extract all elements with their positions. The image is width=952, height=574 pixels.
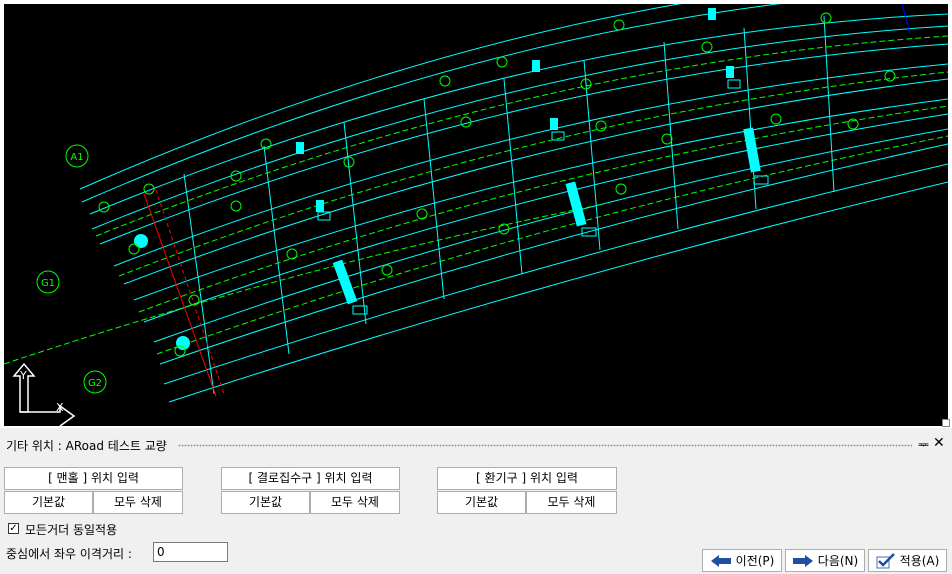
- cad-canvas[interactable]: A1 G1 G2 Y X: [4, 4, 948, 426]
- manhole-default-button[interactable]: 기본값: [4, 491, 93, 514]
- cross-beams: [183, 15, 835, 395]
- bearing-symbols: [317, 79, 769, 315]
- deck-outline: [79, 4, 948, 403]
- manhole-input-button[interactable]: [ 맨홀 ] 위치 입력: [4, 467, 183, 490]
- vent-delete-all-button[interactable]: 모두 삭제: [526, 491, 617, 514]
- pin-icon[interactable]: ᆓ: [918, 436, 929, 453]
- axis-x-label: X: [56, 401, 64, 414]
- panel-header: 기타 위치 : ARoad 테스트 교량 ᆓ ✕: [0, 435, 952, 454]
- section-lines: [143, 189, 225, 397]
- drain-default-button[interactable]: 기본값: [221, 491, 310, 514]
- prev-button[interactable]: 이전(P): [702, 549, 782, 572]
- drain-delete-all-button[interactable]: 모두 삭제: [310, 491, 400, 514]
- station-markers: [98, 12, 896, 357]
- close-icon[interactable]: ✕: [933, 435, 945, 451]
- distance-input[interactable]: [153, 542, 228, 562]
- apply-button[interactable]: 적용(A): [868, 549, 947, 572]
- arrow-left-icon: [710, 554, 731, 567]
- drawing-viewport[interactable]: A1 G1 G2 Y X: [0, 0, 952, 428]
- drain-input-button[interactable]: [ 결로집수구 ] 위치 입력: [221, 467, 400, 490]
- same-all-girders-checkbox[interactable]: ✓: [8, 523, 19, 534]
- next-button[interactable]: 다음(N): [785, 549, 865, 572]
- arrow-right-icon: [792, 554, 813, 567]
- vent-default-button[interactable]: 기본값: [437, 491, 526, 514]
- vent-input-button[interactable]: [ 환기구 ] 위치 입력: [437, 467, 617, 490]
- label-g1: G1: [41, 278, 55, 289]
- panel-gripper[interactable]: [178, 444, 912, 447]
- axis-y-label: Y: [19, 369, 27, 382]
- resize-grip[interactable]: [942, 419, 950, 427]
- manhole-delete-all-button[interactable]: 모두 삭제: [93, 491, 183, 514]
- panel-title: 기타 위치 : ARoad 테스트 교량: [6, 439, 167, 453]
- check-icon: [876, 552, 895, 568]
- label-g2: G2: [88, 378, 102, 389]
- bridge-plan-drawing: A1 G1 G2 Y X: [4, 4, 948, 426]
- prev-label: 이전(P): [735, 554, 775, 568]
- next-label: 다음(N): [817, 554, 859, 568]
- apply-label: 적용(A): [899, 554, 940, 568]
- label-a1: A1: [70, 152, 83, 163]
- same-all-girders-label: 모든거더 동일적용: [25, 523, 118, 537]
- ucs-axis-icon: Y X: [12, 362, 76, 426]
- distance-label: 중심에서 좌우 이격거리 :: [6, 547, 132, 561]
